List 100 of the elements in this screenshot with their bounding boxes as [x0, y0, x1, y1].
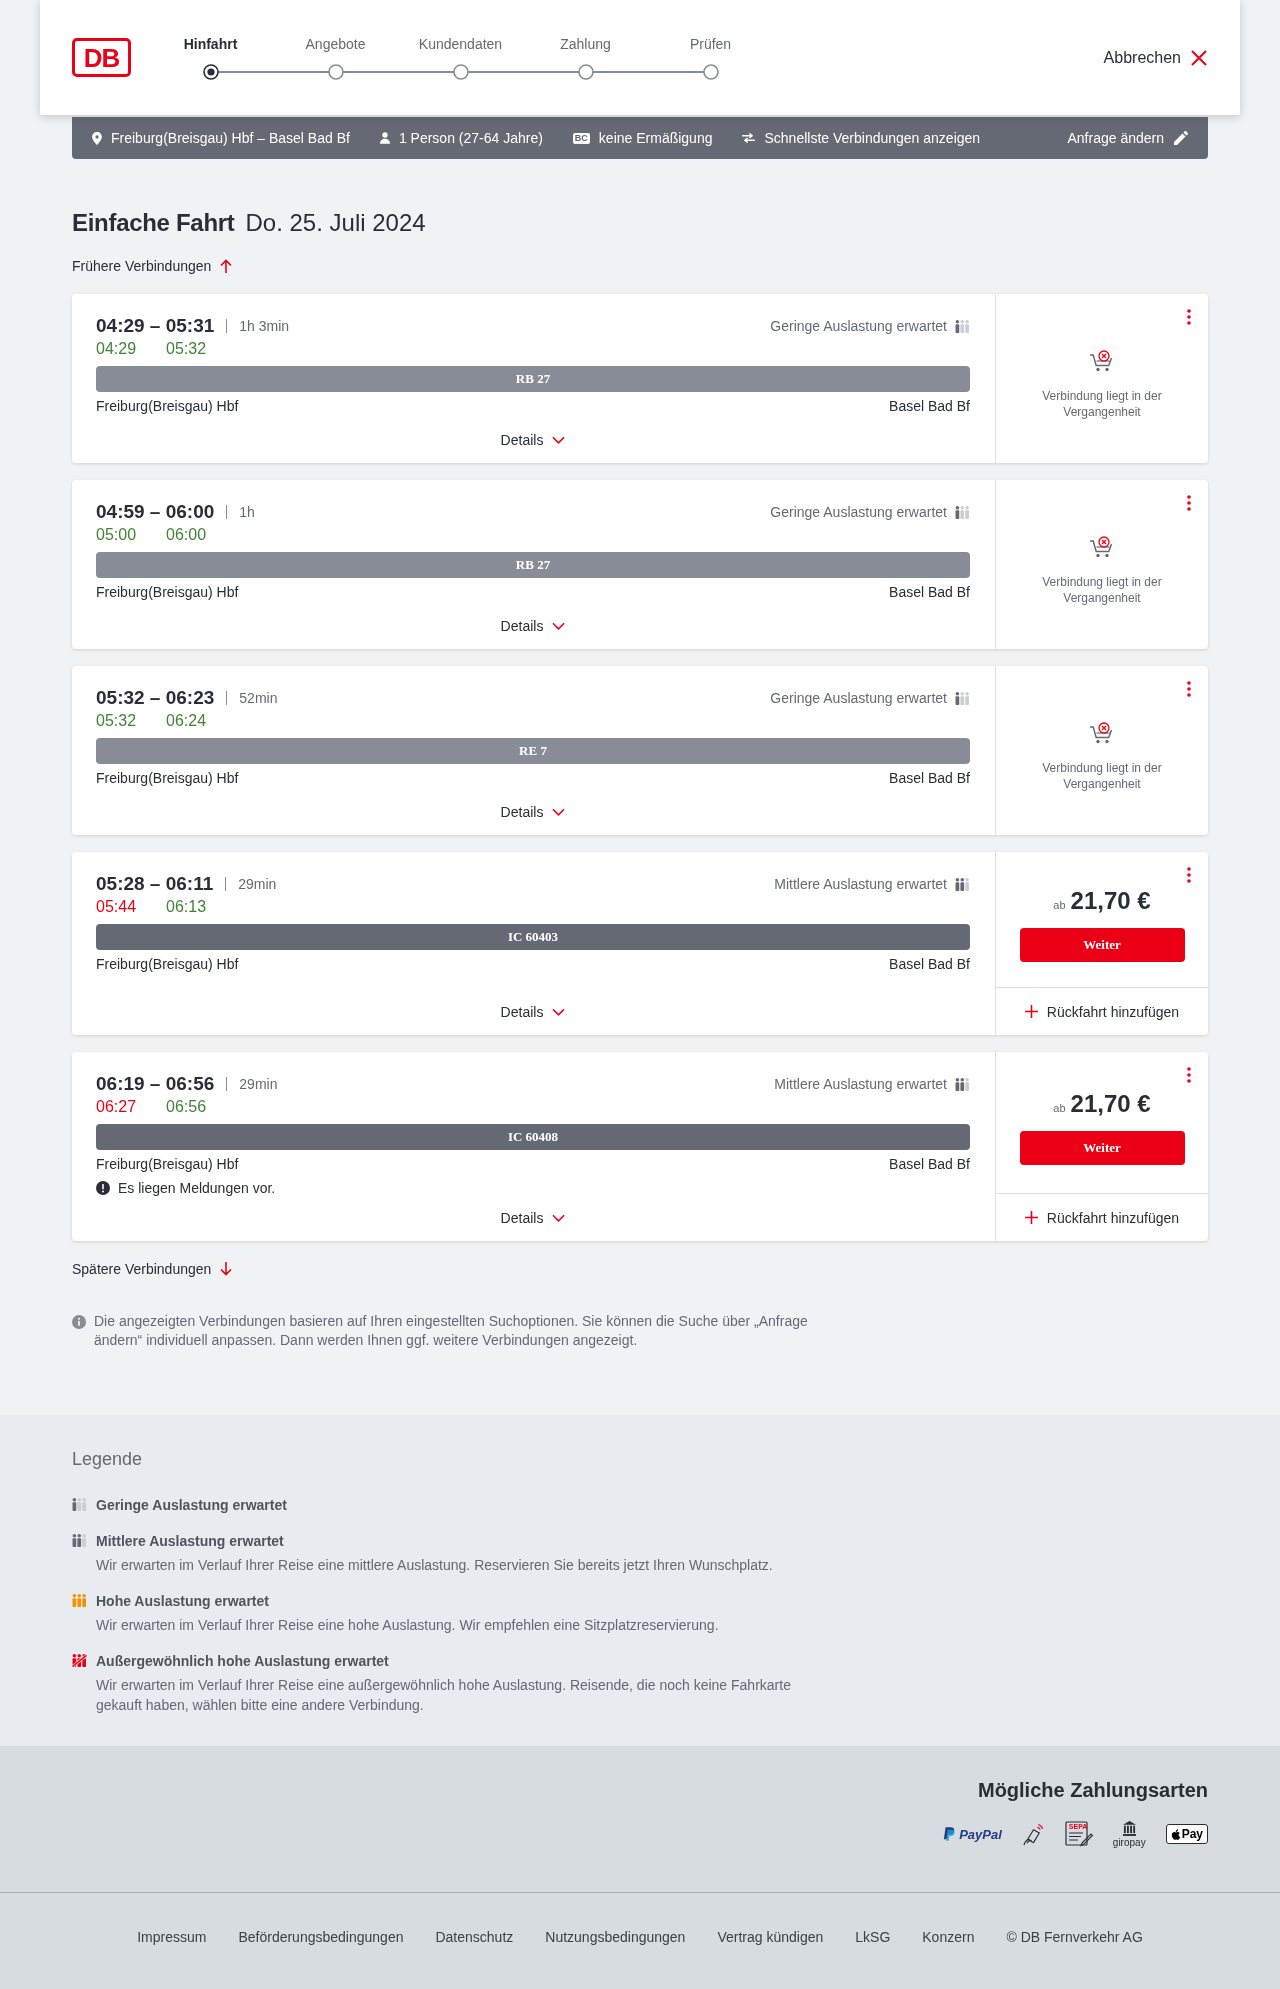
actual-arrival-time: 06:56 — [166, 1098, 208, 1116]
step-label: Prüfen — [689, 35, 732, 53]
step-label: Angebote — [305, 35, 366, 53]
occupancy-icon — [955, 505, 970, 519]
search-info-text: Die angezeigten Verbindungen basieren auf Ihren eingestellten Suchoptionen. Sie können die Suche über „Anfrage ändern“ individuell anpassen. Dann werden Ihnen ggf. weitere Verbindungen angezeigt. — [94, 1312, 809, 1350]
pencil-icon — [1174, 131, 1188, 145]
actual-arrival-time: 06:13 — [166, 898, 208, 916]
footer-link[interactable]: Vertrag kündigen — [717, 1927, 824, 1947]
legend-item-description: Wir erwarten im Verlauf Ihrer Reise eine mittlere Auslastung. Reservieren Sie bereits jetzt Ihren Wunschplatz. — [96, 1556, 773, 1575]
location-pin-icon — [92, 131, 102, 145]
occupancy-icon — [955, 319, 970, 333]
continue-button[interactable]: Weiter — [1019, 927, 1185, 962]
more-options-icon[interactable] — [1187, 681, 1191, 697]
actual-departure-time: 04:29 — [96, 340, 138, 358]
legend-item-description: Wir erwarten im Verlauf Ihrer Reise eine hohe Auslastung. Wir empfehlen eine Sitzplatzreservierung. — [96, 1616, 719, 1635]
add-return-trip-button[interactable]: Rückfahrt hinzufügen — [1024, 1209, 1180, 1226]
travel-date: Do. 25. Juli 2024 — [245, 208, 426, 238]
occupancy-label: Mittlere Auslastung erwartet — [774, 1076, 947, 1092]
plus-icon — [1024, 1211, 1038, 1224]
giropay-wordmark: giropay — [1112, 1836, 1146, 1848]
db-logo: DB — [72, 38, 131, 77]
departure-station: Freiburg(Breisgau) Hbf — [96, 955, 239, 974]
travellers-text: 1 Person (27-64 Jahre) — [398, 130, 543, 146]
travel-duration: 1h — [239, 504, 255, 520]
details-toggle[interactable]: Details — [500, 430, 566, 450]
add-return-trip-button[interactable]: Rückfahrt hinzufügen — [1024, 1003, 1180, 1020]
trip-type-title: Einfache Fahrt — [72, 208, 235, 238]
actual-departure-time: 05:00 — [96, 526, 138, 544]
footer-link[interactable]: LkSG — [855, 1927, 891, 1947]
legend-item-title: Geringe Auslastung erwartet — [96, 1496, 287, 1515]
legend-item-description: Wir erwarten im Verlauf Ihrer Reise eine außergewöhnlich hohe Auslastung. Reisende, die noch keine Fahrkarte gekauft haben, wählen bitte eine andere Verbindung. — [96, 1676, 792, 1715]
cart-with-cross-icon — [1089, 722, 1115, 746]
actual-departure-time: 06:27 — [96, 1098, 138, 1116]
actual-arrival-time: 05:32 — [166, 340, 208, 358]
cart-with-cross-icon — [1089, 350, 1115, 374]
swap-arrows-icon — [742, 133, 756, 143]
train-line-bar: RE 7 — [96, 738, 970, 764]
actual-arrival-time: 06:24 — [166, 712, 208, 730]
arrival-station: Basel Bad Bf — [889, 583, 970, 602]
details-toggle[interactable]: Details — [500, 1002, 566, 1022]
price-prefix: ab — [1053, 898, 1066, 911]
continue-button[interactable]: Weiter — [1019, 1130, 1185, 1165]
past-connection-notice: Verbindung liegt in der Vergangenheit — [1041, 760, 1163, 792]
route-text: Freiburg(Breisgau) Hbf – Basel Bad Bf — [111, 130, 350, 146]
planned-times: 05:32 – 06:23 — [96, 687, 215, 709]
close-icon — [1191, 49, 1207, 66]
past-connection-notice: Verbindung liegt in der Vergangenheit — [1041, 574, 1163, 606]
legend-item-title: Außergewöhnlich hohe Auslastung erwartet — [96, 1652, 390, 1671]
more-options-icon[interactable] — [1187, 309, 1191, 325]
more-options-icon[interactable] — [1187, 495, 1191, 511]
details-toggle[interactable]: Details — [500, 802, 566, 822]
more-options-icon[interactable] — [1187, 1067, 1191, 1083]
footer-link[interactable]: Nutzungsbedingungen — [545, 1927, 686, 1947]
occupancy-icon — [955, 877, 970, 891]
legend-title: Legende — [72, 1448, 144, 1471]
footer-link[interactable]: Datenschutz — [435, 1927, 514, 1947]
occupancy-label: Geringe Auslastung erwartet — [770, 504, 947, 520]
apple-icon — [1170, 1828, 1181, 1840]
footer-link[interactable]: Impressum — [137, 1927, 207, 1947]
departure-station: Freiburg(Breisgau) Hbf — [96, 583, 239, 602]
discount-text: keine Ermäßigung — [598, 130, 713, 146]
paypal-p-icon — [943, 1827, 956, 1841]
arrow-down-icon — [220, 1262, 233, 1276]
details-toggle[interactable]: Details — [500, 616, 566, 636]
step-label: Zahlung — [560, 35, 611, 53]
train-line-bar: RB 27 — [96, 552, 970, 578]
chevron-down-icon — [552, 622, 566, 630]
price: 21,70 € — [1070, 1090, 1151, 1117]
actual-departure-time: 05:32 — [96, 712, 138, 730]
planned-times: 04:29 – 05:31 — [96, 315, 215, 337]
occupancy-icon — [72, 1534, 87, 1547]
arrival-station: Basel Bad Bf — [889, 955, 970, 974]
chevron-down-icon — [552, 436, 566, 444]
notice-text: Es liegen Meldungen vor. — [118, 1179, 276, 1198]
past-connection-notice: Verbindung liegt in der Vergangenheit — [1041, 388, 1163, 420]
info-icon — [72, 1315, 86, 1329]
more-options-icon[interactable] — [1187, 867, 1191, 883]
occupancy-label: Geringe Auslastung erwartet — [770, 318, 947, 334]
edit-search-button[interactable]: Anfrage ändern — [1067, 130, 1188, 146]
occupancy-icon — [955, 691, 970, 705]
cart-with-cross-icon — [1089, 536, 1115, 560]
footer-link[interactable]: Konzern — [922, 1927, 975, 1947]
copyright-text: © DB Fernverkehr AG — [1006, 1928, 1143, 1947]
occupancy-icon — [72, 1594, 87, 1607]
arrival-station: Basel Bad Bf — [889, 769, 970, 788]
earlier-connections-link[interactable]: Frühere Verbindungen — [72, 256, 233, 276]
occupancy-icon — [72, 1498, 87, 1511]
occupancy-icon — [955, 1077, 970, 1091]
occupancy-label: Mittlere Auslastung erwartet — [774, 876, 947, 892]
later-connections-link[interactable]: Spätere Verbindungen — [72, 1259, 233, 1279]
chevron-down-icon — [552, 1214, 566, 1222]
legend-item-title: Mittlere Auslastung erwartet — [96, 1532, 285, 1551]
footer-link[interactable]: Beförderungsbedingungen — [238, 1927, 404, 1947]
cancel-button[interactable]: Abbrechen — [1103, 48, 1207, 67]
travel-duration: 1h 3min — [239, 318, 290, 334]
exclamation-icon — [96, 1181, 110, 1195]
planned-times: 06:19 – 06:56 — [96, 1073, 215, 1095]
details-toggle[interactable]: Details — [500, 1208, 566, 1228]
actual-arrival-time: 06:00 — [166, 526, 208, 544]
person-icon — [379, 132, 390, 144]
